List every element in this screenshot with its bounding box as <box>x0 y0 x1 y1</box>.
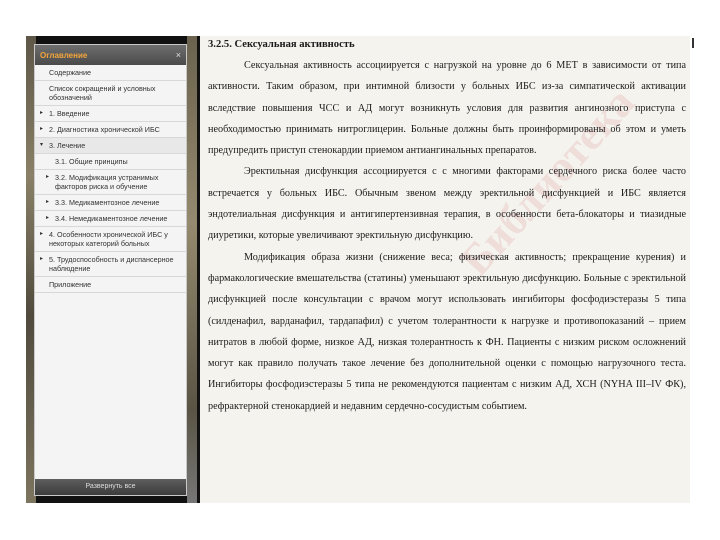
chevron-right-icon: ▸ <box>46 199 50 205</box>
toc-item-label: 3.1. Общие принципы <box>55 157 128 166</box>
background-shelf-right <box>187 36 197 503</box>
toc-item[interactable]: ▸ 2. Диагностика хронической ИБС <box>35 122 186 138</box>
document-page: Библиотека 3.2.5. Сексуальная активность… <box>200 36 690 503</box>
close-icon[interactable]: × <box>176 50 181 60</box>
paragraph: Эректильная дисфункция ассоциируется с с… <box>208 166 686 242</box>
chevron-right-icon: ▸ <box>40 256 44 262</box>
chevron-right-icon: ▸ <box>46 215 50 221</box>
section-heading: 3.2.5. Сексуальная активность <box>208 39 355 50</box>
toc-item-label: Содержание <box>49 68 92 77</box>
chevron-down-icon: ▾ <box>40 142 44 148</box>
toc-item-label: Приложение <box>49 280 92 289</box>
toc-item-label: 4. Особенности хронической ИБС у некотор… <box>49 230 168 248</box>
toc-item[interactable]: Список сокращений и условных обозначений <box>35 81 186 106</box>
toc-item[interactable]: ▸ 3.2. Модификация устранимых факторов ри… <box>35 170 186 195</box>
chevron-right-icon: ▸ <box>46 174 50 180</box>
toc-item[interactable]: 3.1. Общие принципы <box>35 154 186 170</box>
paragraph: Сексуальная активность ассоциируется с н… <box>208 60 686 157</box>
toc-item[interactable]: ▸ 3.3. Медикаментозное лечение <box>35 195 186 211</box>
paragraph: Модификация образа жизни (снижение веса;… <box>208 251 686 412</box>
toc-sidebar: Оглавление × Содержание Список сокращений… <box>34 44 187 496</box>
page-corner-mark <box>692 38 694 48</box>
toc-item[interactable]: ▸ 4. Особенности хронической ИБС у некото… <box>35 227 186 252</box>
toc-item[interactable]: Приложение <box>35 277 186 293</box>
toc-item-label: 3. Лечение <box>49 141 86 150</box>
toc-item-label: 3.3. Медикаментозное лечение <box>55 198 160 207</box>
toc-item-label: 1. Введение <box>49 109 90 118</box>
expand-all-button[interactable]: Развернуть все <box>35 479 186 495</box>
toc-item-label: 3.2. Модификация устранимых факторов рис… <box>55 173 159 191</box>
toc-item-label: 5. Трудоспособность и диспансерное наблю… <box>49 255 174 273</box>
toc-item[interactable]: ▾ 3. Лечение <box>35 138 186 154</box>
chevron-right-icon: ▸ <box>40 126 44 132</box>
chevron-right-icon: ▸ <box>40 231 44 237</box>
toc-item[interactable]: Содержание <box>35 65 186 81</box>
toc-header: Оглавление × <box>35 45 186 65</box>
toc-list: Содержание Список сокращений и условных о… <box>35 65 186 293</box>
toc-item[interactable]: ▸ 3.4. Немедикаментозное лечение <box>35 211 186 227</box>
toc-item-label: 3.4. Немедикаментозное лечение <box>55 214 168 223</box>
toc-item[interactable]: ▸ 5. Трудоспособность и диспансерное набл… <box>35 252 186 277</box>
page-content: 3.2.5. Сексуальная активность Сексуальна… <box>208 39 686 417</box>
toc-item-label: 2. Диагностика хронической ИБС <box>49 125 160 134</box>
toc-title: Оглавление <box>40 50 88 60</box>
toc-item-label: Список сокращений и условных обозначений <box>49 84 156 102</box>
toc-item[interactable]: ▸ 1. Введение <box>35 106 186 122</box>
chevron-right-icon: ▸ <box>40 110 44 116</box>
